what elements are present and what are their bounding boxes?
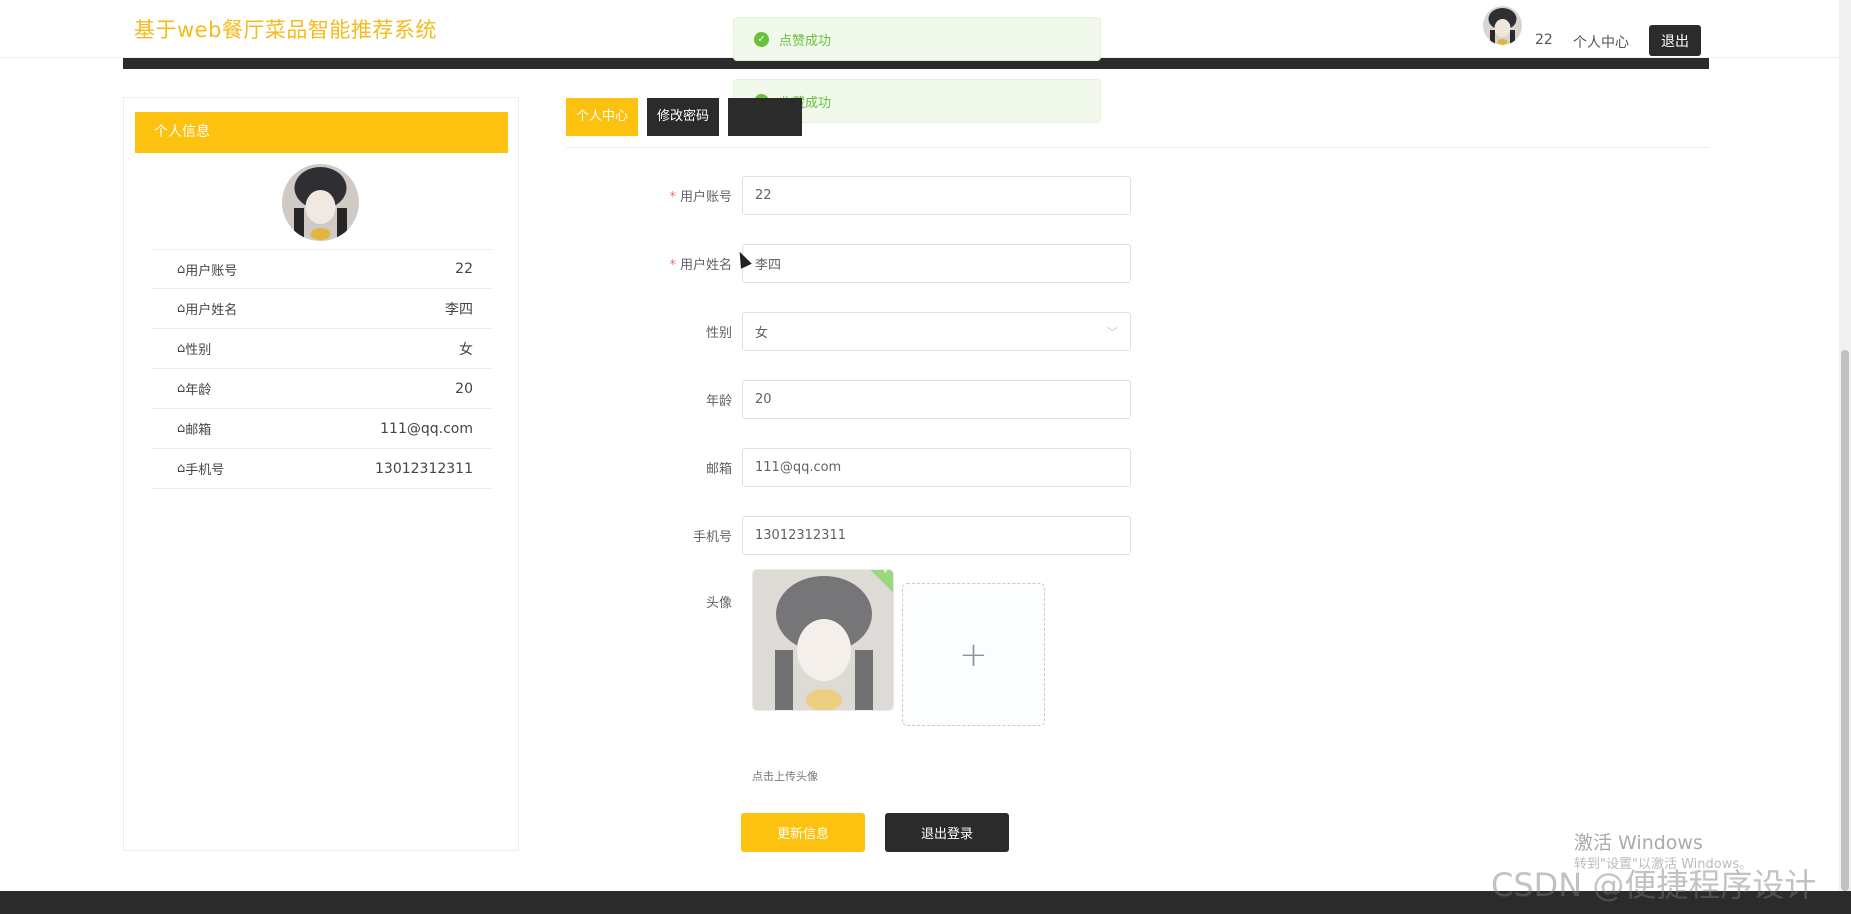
form-row-email: 邮箱 111@qq.com <box>640 448 1131 487</box>
gender-select[interactable]: 女 ﹀ <box>742 312 1131 351</box>
info-value: 李四 <box>445 301 473 318</box>
form-row-name: * 用户姓名 李四 <box>640 244 1131 283</box>
list-item: ⌂ 邮箱 111@qq.com <box>152 409 493 449</box>
profile-info-list: ⌂ 用户账号 22 ⌂ 用户姓名 李四 ⌂ 性别 女 ⌂ 年龄 20 ⌂ 邮箱 … <box>152 249 493 489</box>
avatar-label: 头像 <box>705 596 732 611</box>
info-label: 邮箱 <box>185 423 212 438</box>
info-label: 性别 <box>185 343 212 358</box>
home-icon: ⌂ <box>177 261 186 277</box>
windows-activation-watermark: 激活 Windows <box>1574 832 1703 854</box>
phone-label: 手机号 <box>692 530 732 545</box>
check-icon: ✓ <box>882 569 892 577</box>
required-mark: * <box>669 258 676 273</box>
list-item: ⌂ 性别 女 <box>152 329 493 369</box>
email-field[interactable]: 111@qq.com <box>742 448 1131 487</box>
top-username: 22 <box>1535 32 1553 48</box>
tab-divider <box>566 147 1709 148</box>
personal-center-link[interactable]: 个人中心 <box>1573 32 1629 52</box>
home-icon: ⌂ <box>177 381 186 396</box>
chevron-down-icon: ﹀ <box>1107 325 1118 339</box>
name-label: 用户姓名 <box>679 258 732 273</box>
toast-like-success: ✓ 点赞成功 <box>733 17 1101 61</box>
top-logout-button[interactable]: 退出 <box>1649 25 1701 56</box>
form-row-age: 年龄 20 <box>640 380 1131 419</box>
uploaded-avatar[interactable]: ✓ <box>752 569 894 711</box>
profile-panel-title: 个人信息 <box>135 112 508 153</box>
list-item: ⌂ 手机号 13012312311 <box>152 449 493 489</box>
info-value: 13012312311 <box>375 460 473 477</box>
required-mark: * <box>669 190 676 205</box>
success-check-icon: ✓ <box>754 31 769 47</box>
home-icon: ⌂ <box>177 341 186 356</box>
avatar-photo-icon <box>753 570 893 710</box>
list-item: ⌂ 用户姓名 李四 <box>152 289 493 329</box>
upload-tip: 点击上传头像 <box>752 770 818 783</box>
info-value: 20 <box>455 380 473 397</box>
update-info-button[interactable]: 更新信息 <box>741 813 865 852</box>
site-title[interactable]: 基于web餐厅菜品智能推荐系统 <box>134 14 437 44</box>
phone-field[interactable]: 13012312311 <box>742 516 1131 555</box>
tab-hidden[interactable] <box>728 98 803 136</box>
info-label: 用户姓名 <box>185 303 238 318</box>
home-icon: ⌂ <box>177 421 186 436</box>
toast-text: 点赞成功 <box>779 33 832 49</box>
avatar-photo-icon <box>282 164 359 241</box>
form-row-gender: 性别 女 ﹀ <box>640 312 1131 351</box>
tab-change-password[interactable]: 修改密码 <box>647 98 720 136</box>
home-icon: ⌂ <box>177 461 186 476</box>
list-item: ⌂ 年龄 20 <box>152 369 493 409</box>
tab-personal-center[interactable]: 个人中心 <box>566 98 639 136</box>
info-label: 年龄 <box>185 383 212 398</box>
age-field[interactable]: 20 <box>742 380 1131 419</box>
form-row-phone: 手机号 13012312311 <box>640 516 1131 555</box>
info-value: 22 <box>455 261 473 277</box>
avatar-photo-icon <box>1483 6 1522 45</box>
form-row-account: * 用户账号 22 <box>640 176 1131 215</box>
logout-button[interactable]: 退出登录 <box>885 813 1009 852</box>
account-field[interactable]: 22 <box>742 176 1131 215</box>
gender-value: 女 <box>755 326 769 341</box>
scrollbar[interactable] <box>1839 0 1851 891</box>
account-label: 用户账号 <box>679 190 732 205</box>
csdn-watermark: CSDN @便捷程序设计 <box>1491 866 1817 904</box>
name-field[interactable]: 李四 <box>742 244 1131 283</box>
home-icon: ⌂ <box>177 301 186 316</box>
info-label: 手机号 <box>185 463 225 478</box>
profile-tabs: 个人中心 修改密码 <box>566 98 811 136</box>
email-label: 邮箱 <box>705 462 732 477</box>
age-label: 年龄 <box>705 394 732 409</box>
avatar-upload-button[interactable]: + <box>902 583 1045 726</box>
list-item: ⌂ 用户账号 22 <box>152 249 493 289</box>
info-value: 女 <box>459 341 473 358</box>
gender-label: 性别 <box>705 326 732 341</box>
avatar[interactable] <box>1483 6 1522 45</box>
info-label: 用户账号 <box>185 263 238 279</box>
profile-panel: 个人信息 ⌂ 用户账号 22 ⌂ 用户姓名 李四 ⌂ 性别 女 ⌂ 年龄 20 <box>123 97 519 851</box>
info-value: 111@qq.com <box>380 420 473 437</box>
profile-avatar <box>282 164 359 241</box>
scrollbar-thumb[interactable] <box>1841 350 1849 891</box>
